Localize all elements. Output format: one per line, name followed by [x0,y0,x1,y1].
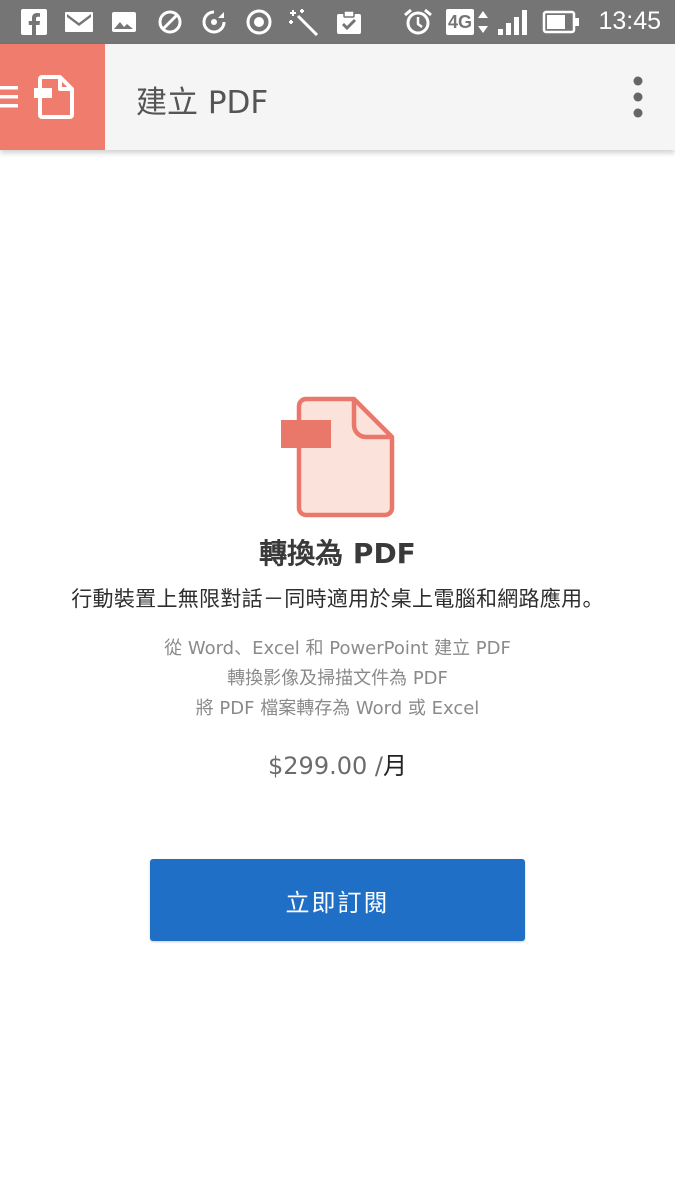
app-bar: 建立 PDF [0,44,675,150]
feature-heading: 轉換為 PDF [259,537,416,570]
status-bar: 4G 13:45 [0,0,675,44]
network-4g-icon: 4G [446,9,474,35]
price-label: $299.00 /月 [0,746,675,781]
status-time: 13:45 [598,7,661,35]
app-title: 建立 PDF [136,85,269,121]
price-period: 月 [382,752,407,780]
data-arrows-icon [478,11,488,33]
feature-list: 從 Word、Excel 和 PowerPoint 建立 PDF 轉換影像及掃描… [0,634,675,724]
gallery-icon [112,12,136,32]
more-vert-icon [633,76,643,118]
pdf-document-icon [281,396,395,518]
blocked-icon [158,10,182,34]
sync-icon [202,10,226,34]
feature-item: 將 PDF 檔案轉存為 Word 或 Excel [195,698,480,719]
magic-wand-icon [289,9,319,36]
feature-subheading: 行動裝置上無限對話－同時適用於桌上電腦和網路應用。 [71,587,604,611]
battery-icon [542,10,579,34]
record-icon [246,9,272,35]
create-pdf-icon [34,75,74,119]
feature-item: 轉換影像及掃描文件為 PDF [227,668,448,689]
network-type-label: 4G [447,12,472,32]
price-amount: $299.00 / [268,752,383,780]
subscribe-button[interactable]: 立即訂閱 [150,859,525,941]
gmail-icon [65,12,93,32]
alarm-icon [404,8,432,35]
facebook-icon [21,9,47,35]
signal-icon [498,10,527,35]
nav-drawer-button[interactable] [0,44,105,150]
menu-icon [0,86,18,108]
feature-item: 從 Word、Excel 和 PowerPoint 建立 PDF [164,638,511,659]
clipboard-check-icon [337,10,361,34]
overflow-menu-button[interactable] [623,74,653,120]
